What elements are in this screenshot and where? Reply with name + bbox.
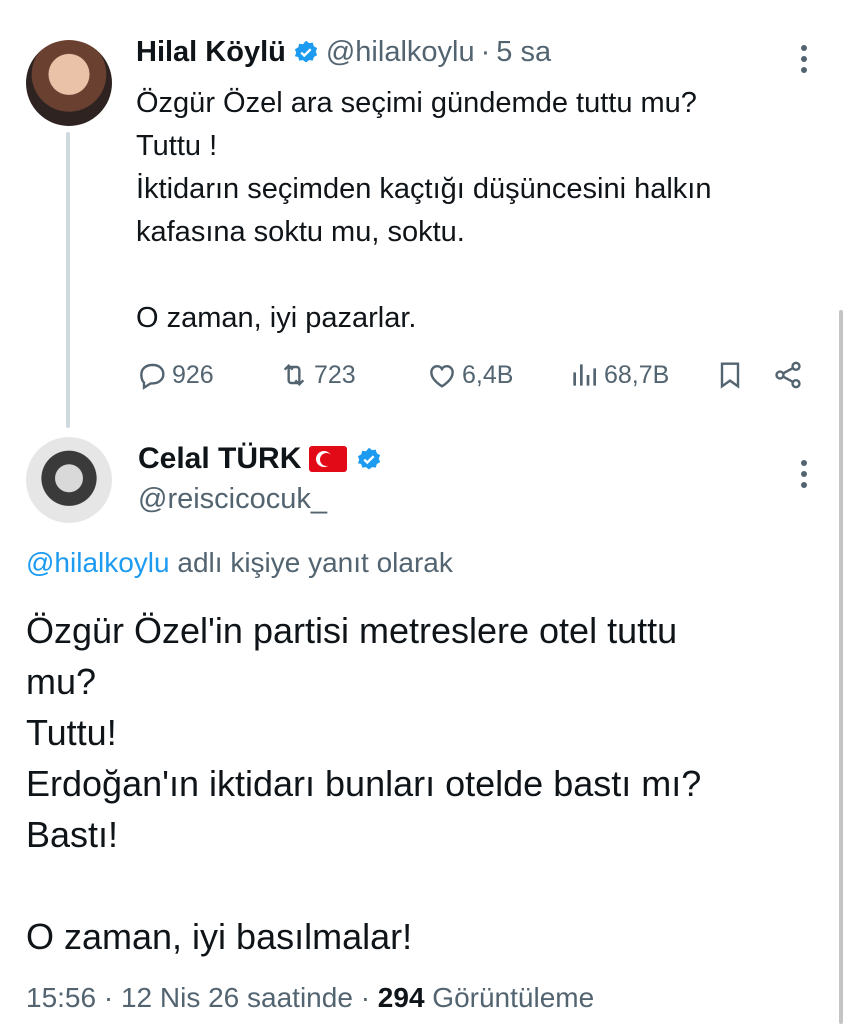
tweet-header: Celal TÜRK	[138, 442, 383, 476]
tweet-text: Özgür Özel ara seçimi gündemde tuttu mu?…	[136, 82, 816, 340]
meta-time[interactable]: 15:56	[26, 982, 96, 1013]
more-options-icon[interactable]	[800, 460, 808, 488]
heart-icon	[430, 364, 454, 388]
tweet-line	[26, 860, 816, 911]
repost-count: 723	[314, 360, 356, 389]
views-count: 68,7B	[604, 360, 670, 389]
reply-mention-link[interactable]: @hilalkoylu	[26, 547, 170, 578]
avatar[interactable]	[26, 437, 112, 523]
timestamp[interactable]: 5 sa	[496, 36, 551, 69]
tweet-line: Erdoğan'ın iktidarı bunları otelde bastı…	[26, 763, 702, 804]
thread-connector-line	[66, 132, 70, 428]
reply-count: 926	[172, 360, 214, 389]
analytics-icon	[573, 364, 596, 386]
avatar[interactable]	[26, 40, 112, 126]
display-name[interactable]: Hilal Köylü	[136, 36, 286, 69]
display-name[interactable]: Celal TÜRK	[138, 442, 301, 476]
separator-dot: ·	[480, 36, 491, 68]
verified-badge-icon	[292, 39, 320, 67]
tweet-header: Hilal Köylü @hilalkoylu · 5 sa	[136, 36, 551, 69]
reply-icon	[140, 363, 165, 390]
reply-button[interactable]: 926	[136, 355, 214, 395]
handle[interactable]: @hilalkoylu	[326, 36, 475, 69]
more-options-icon[interactable]	[800, 45, 808, 73]
tweet-line: Tuttu!	[26, 712, 117, 753]
verified-badge-icon	[355, 445, 383, 473]
turkey-flag-icon	[309, 446, 348, 472]
parent-tweet[interactable]: Hilal Köylü @hilalkoylu · 5 sa Özgür Öze…	[0, 0, 843, 428]
tweet-line: Özgür Özel'in partisi metreslere otel tu…	[26, 610, 678, 651]
like-button[interactable]: 6,4B	[426, 355, 513, 395]
tweet-line: İktidarın seçimden kaçtığı düşüncesini h…	[136, 173, 712, 205]
share-icon	[775, 361, 801, 389]
tweet-line: O zaman, iyi basılmalar!	[26, 916, 413, 957]
replying-to: @hilalkoylu adlı kişiye yanıt olarak	[26, 547, 453, 579]
views-button[interactable]: 68,7B	[568, 355, 669, 395]
separator-dot: ·	[103, 982, 114, 1013]
tweet-line: O zaman, iyi pazarlar.	[136, 302, 417, 334]
bookmark-icon	[720, 362, 740, 389]
tweet-text: Özgür Özel'in partisi metreslere otel tu…	[26, 605, 816, 962]
tweet-meta: 15:56 · 12 Nis 26 saatinde · 294 Görüntü…	[26, 982, 594, 1014]
repost-button[interactable]: 723	[278, 355, 356, 395]
bookmark-button[interactable]	[714, 355, 746, 395]
repost-icon	[283, 363, 305, 387]
tweet-line	[136, 254, 816, 297]
tweet-line: mu?	[26, 661, 97, 702]
like-count: 6,4B	[462, 360, 514, 389]
meta-views-label: Görüntüleme	[432, 982, 595, 1013]
tweet-actions: 926 723 6,4B 68,7B	[136, 355, 816, 395]
separator-dot: ·	[360, 982, 371, 1013]
meta-date[interactable]: 12 Nis 26 saatinde	[121, 982, 353, 1013]
meta-views-count: 294	[377, 982, 425, 1013]
tweet-line: Tuttu !	[136, 130, 218, 162]
tweet-line: Bastı!	[26, 814, 119, 855]
handle[interactable]: @reiscicocuk_	[138, 483, 327, 516]
tweet-line: Özgür Özel ara seçimi gündemde tuttu mu?	[136, 87, 697, 119]
share-button[interactable]	[772, 355, 804, 395]
reply-to-label: adlı kişiye yanıt olarak	[177, 547, 453, 578]
tweet-line: kafasına soktu mu, soktu.	[136, 216, 465, 248]
